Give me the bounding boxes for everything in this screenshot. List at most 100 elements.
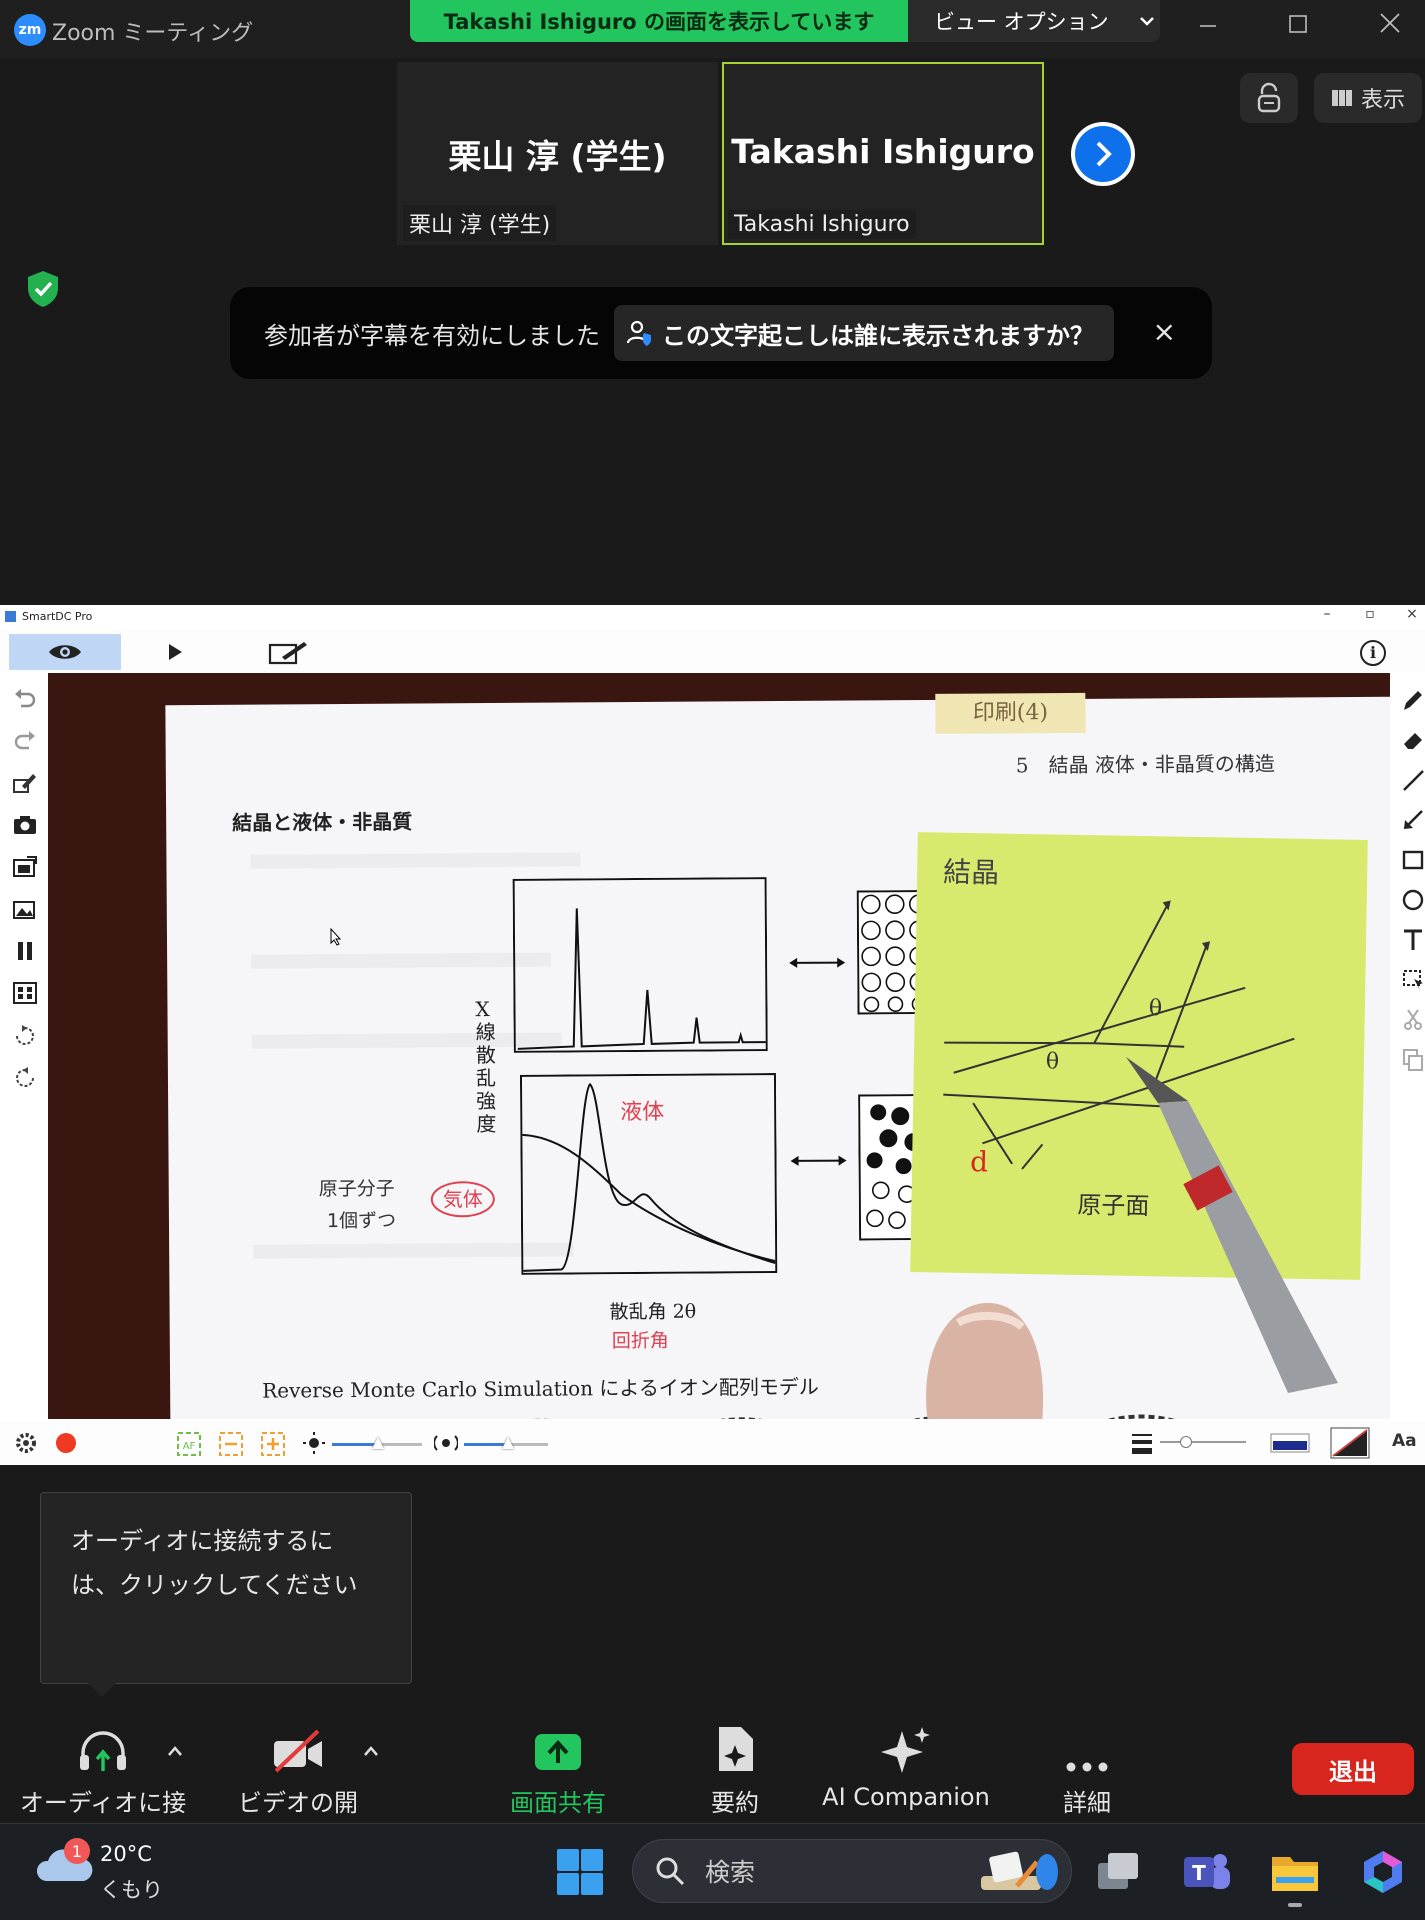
document-camera-view[interactable]: 印刷(4) 5 結晶 液体・非晶質の構造 結晶と液体・非晶質 X線散乱強度 液体… (48, 673, 1390, 1419)
summary-button[interactable]: 要約 (680, 1725, 790, 1818)
weather-condition[interactable]: くもり (100, 1874, 163, 1904)
capture-icon[interactable] (13, 856, 37, 878)
leave-meeting-button[interactable]: 退出 (1292, 1743, 1414, 1795)
annotate-tab[interactable] (268, 634, 308, 670)
finger-illustration (926, 1303, 1043, 1419)
record-icon[interactable] (55, 1432, 77, 1454)
close-window-button[interactable] (1370, 12, 1410, 44)
windows-start-icon[interactable] (556, 1848, 604, 1896)
caption-message: 参加者が字幕を有効にしました (264, 321, 600, 350)
qr-scan-icon[interactable] (13, 982, 37, 1004)
share-screen-label: 画面共有 (510, 1789, 606, 1817)
close-icon (1380, 13, 1400, 33)
pause-icon[interactable] (13, 940, 37, 962)
view-options-button[interactable]: ビュー オプション (908, 0, 1160, 42)
zoom-in-icon[interactable] (260, 1431, 286, 1457)
theta-label: θ (1148, 996, 1163, 1022)
brightness-slider[interactable] (332, 1435, 422, 1449)
select-area-icon[interactable] (1402, 968, 1424, 992)
smartdc-window: SmartDC Pro – ▫ × i 印刷(4) 5 結晶 液体・非晶質の構造… (0, 605, 1425, 1465)
copilot-icon[interactable] (1358, 1847, 1408, 1897)
layout-view-button[interactable]: 表示 (1314, 73, 1422, 123)
cut-icon[interactable] (1402, 1008, 1424, 1032)
audio-options-caret[interactable] (166, 1738, 184, 1762)
atom-chain-illustration (290, 1414, 1292, 1419)
participant-tile[interactable]: 栗山 淳 (学生) 栗山 淳 (学生) (397, 62, 718, 245)
info-button[interactable]: i (1360, 640, 1386, 666)
contrast-icon[interactable] (434, 1431, 458, 1455)
captions-button[interactable] (1240, 73, 1298, 123)
video-off-icon (274, 1729, 322, 1773)
line-width-slider[interactable] (1160, 1435, 1246, 1449)
playback-tab[interactable] (160, 634, 190, 670)
y-axis-label: X線散乱強度 (475, 997, 497, 1137)
contrast-slider[interactable] (464, 1435, 548, 1449)
next-participants-button[interactable] (1071, 122, 1135, 186)
handwritten-note: 1個ずつ (326, 1209, 397, 1233)
zoom-out-icon[interactable] (218, 1431, 244, 1457)
more-button[interactable]: 詳細 (1036, 1725, 1138, 1818)
maximize-button[interactable] (1278, 12, 1318, 44)
smartdc-logo-icon (5, 611, 16, 622)
brightness-icon[interactable] (302, 1431, 326, 1455)
video-options-caret[interactable] (362, 1738, 380, 1762)
background-color-swatch[interactable] (1330, 1427, 1370, 1459)
undo-icon[interactable] (13, 688, 37, 710)
participant-tile-active-speaker[interactable]: Takashi Ishiguro Takashi Ishiguro (722, 62, 1044, 245)
minimize-button[interactable] (1188, 12, 1228, 44)
svg-text:AF: AF (183, 1441, 196, 1452)
summary-label: 要約 (711, 1789, 759, 1817)
smartdc-close-button[interactable]: × (1397, 606, 1425, 622)
crystal-diffraction-plot (512, 877, 768, 1053)
rectangle-tool-icon[interactable] (1402, 848, 1424, 872)
weather-temperature[interactable]: 20°C (100, 1842, 152, 1866)
text-tool-icon[interactable] (1402, 928, 1424, 952)
smartdc-bottom-bar: AF Aa (0, 1421, 1425, 1465)
double-arrow (789, 957, 846, 968)
security-shield-icon[interactable] (26, 270, 60, 308)
share-screen-button[interactable]: 画面共有 (496, 1725, 620, 1818)
smartdc-minimize-button[interactable]: – (1312, 606, 1342, 622)
auto-focus-icon[interactable]: AF (176, 1431, 202, 1457)
task-view-icon[interactable] (1094, 1847, 1144, 1897)
search-highlight-illustration-icon (981, 1851, 1058, 1890)
ellipse-tool-icon[interactable] (1402, 888, 1424, 912)
spacing-d-label: d (969, 1145, 989, 1179)
who-sees-label: この文字起こしは誰に表示されますか？ (662, 321, 1094, 350)
line-width-icon[interactable] (1130, 1431, 1154, 1455)
teams-icon[interactable]: T (1182, 1847, 1232, 1897)
rotate-left-icon[interactable] (13, 1024, 37, 1046)
mechanical-pencil-illustration (1126, 1057, 1338, 1393)
chapter-heading: 5 結晶 液体・非晶質の構造 (1015, 751, 1275, 778)
line-tool-icon[interactable] (1402, 768, 1424, 792)
minimize-icon (1200, 25, 1216, 27)
rotate-right-icon[interactable] (13, 1066, 37, 1088)
close-icon[interactable]: × (1153, 315, 1176, 348)
arrow-tool-icon[interactable] (1402, 808, 1424, 832)
pen-on-paper-icon (268, 642, 307, 665)
copy-icon[interactable] (1402, 1048, 1424, 1072)
file-explorer-icon[interactable] (1270, 1847, 1320, 1897)
liquid-annotation: 液体 (620, 1099, 665, 1126)
smartdc-maximize-button[interactable]: ▫ (1355, 606, 1385, 622)
gas-annotation: 気体 (430, 1181, 495, 1218)
x-axis-handwritten-note: 回折角 (611, 1329, 669, 1353)
who-sees-transcript-button[interactable]: この文字起こしは誰に表示されますか？ (614, 305, 1114, 361)
more-label: 詳細 (1063, 1789, 1111, 1817)
pen-icon[interactable] (1402, 688, 1424, 712)
taskbar-search-box[interactable]: 検索 (632, 1839, 1072, 1903)
eraser-icon[interactable] (1402, 728, 1424, 752)
view-mode-tab[interactable] (9, 634, 121, 670)
summary-document-icon (719, 1727, 753, 1771)
pen-color-swatch[interactable] (1270, 1433, 1310, 1453)
settings-gear-icon[interactable] (14, 1431, 38, 1455)
font-settings-button[interactable]: Aa (1392, 1431, 1417, 1451)
gallery-icon[interactable] (13, 898, 37, 920)
annotate-icon[interactable] (13, 772, 37, 794)
handwritten-note: 原子分子 (318, 1177, 395, 1201)
right-toolbar (1390, 680, 1425, 1140)
ai-companion-button[interactable]: AI Companion (816, 1725, 996, 1811)
camera-icon[interactable] (13, 814, 37, 836)
mouse-cursor-icon (330, 928, 342, 946)
redo-icon[interactable] (13, 730, 37, 752)
